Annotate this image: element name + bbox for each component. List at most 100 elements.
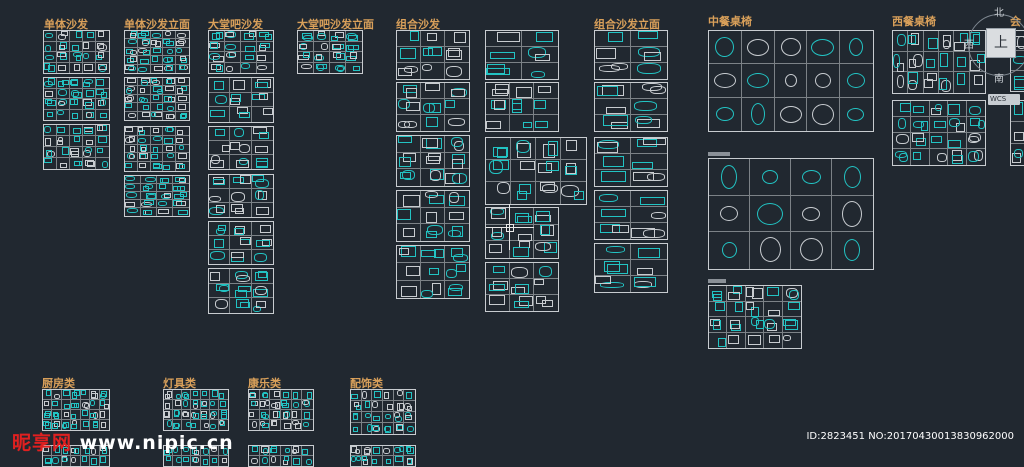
cad-block-cell[interactable] bbox=[71, 400, 81, 410]
cad-block-cell[interactable] bbox=[141, 208, 157, 216]
cad-block-cell[interactable] bbox=[209, 298, 231, 313]
cad-block-cell[interactable] bbox=[182, 410, 192, 420]
cad-block-cell[interactable] bbox=[83, 125, 96, 136]
cad-block-cell[interactable] bbox=[252, 155, 273, 169]
cad-block-cell[interactable] bbox=[241, 41, 257, 52]
cad-block-cell[interactable] bbox=[372, 423, 383, 434]
cad-block-cell[interactable] bbox=[709, 31, 742, 65]
cad-block-cell[interactable] bbox=[421, 152, 445, 170]
single-sofa-table-2[interactable] bbox=[43, 77, 110, 121]
cad-block-cell[interactable] bbox=[252, 298, 273, 313]
cad-block-cell[interactable] bbox=[1011, 122, 1024, 144]
cad-block-cell[interactable] bbox=[163, 64, 177, 73]
cad-block-cell[interactable] bbox=[361, 412, 373, 423]
cad-block-cell[interactable] bbox=[966, 133, 985, 149]
cad-block-cell[interactable] bbox=[807, 31, 841, 65]
cad-block-cell[interactable] bbox=[595, 138, 631, 154]
cad-block-cell[interactable] bbox=[164, 400, 174, 410]
cad-block-cell[interactable] bbox=[209, 203, 231, 217]
cad-block-cell[interactable] bbox=[173, 200, 189, 208]
cad-block-cell[interactable] bbox=[302, 390, 313, 400]
cad-block-cell[interactable] bbox=[259, 420, 271, 430]
single-sofa-elev-table-3[interactable] bbox=[124, 126, 190, 172]
cad-block-cell[interactable] bbox=[911, 101, 930, 117]
cad-block-cell[interactable] bbox=[445, 153, 469, 170]
cad-block-cell[interactable] bbox=[939, 51, 955, 73]
cad-block-cell[interactable] bbox=[191, 410, 201, 420]
cad-block-cell[interactable] bbox=[259, 446, 271, 456]
cad-block-cell[interactable] bbox=[534, 295, 558, 311]
cad-block-cell[interactable] bbox=[534, 115, 558, 131]
cad-block-cell[interactable] bbox=[209, 269, 231, 284]
cad-block-cell[interactable] bbox=[397, 115, 421, 131]
cad-block-cell[interactable] bbox=[893, 133, 912, 149]
cad-block-cell[interactable] bbox=[270, 410, 281, 420]
cad-block-cell[interactable] bbox=[939, 31, 955, 52]
cad-block-cell[interactable] bbox=[230, 92, 252, 108]
cad-block-cell[interactable] bbox=[125, 176, 141, 184]
cad-block-cell[interactable] bbox=[83, 41, 96, 52]
cad-block-cell[interactable] bbox=[330, 62, 346, 73]
cad-block-cell[interactable] bbox=[510, 83, 534, 99]
cad-block-cell[interactable] bbox=[70, 136, 83, 147]
wcs-menu-button[interactable]: WCS bbox=[988, 94, 1020, 105]
cad-block-cell[interactable] bbox=[249, 420, 260, 430]
cad-block-cell[interactable] bbox=[486, 63, 522, 79]
cad-block-cell[interactable] bbox=[209, 410, 219, 420]
cad-block-cell[interactable] bbox=[397, 263, 421, 281]
cad-block-cell[interactable] bbox=[709, 332, 728, 348]
cad-block-cell[interactable] bbox=[163, 144, 177, 154]
cad-block-cell[interactable] bbox=[351, 412, 362, 423]
cad-block-cell[interactable] bbox=[125, 56, 138, 65]
cad-block-cell[interactable] bbox=[137, 64, 151, 73]
cad-block-cell[interactable] bbox=[57, 62, 70, 73]
combo-sofa-elev-table-1[interactable] bbox=[594, 30, 668, 80]
cad-block-cell[interactable] bbox=[83, 147, 96, 158]
cad-block-cell[interactable] bbox=[782, 333, 801, 349]
accessories-table-2[interactable] bbox=[350, 445, 416, 467]
cad-block-cell[interactable] bbox=[80, 390, 91, 400]
cad-block-cell[interactable] bbox=[445, 263, 469, 281]
cad-block-cell[interactable] bbox=[486, 99, 510, 115]
cad-block-cell[interactable] bbox=[71, 410, 81, 420]
cad-block-cell[interactable] bbox=[209, 62, 225, 73]
cad-block-cell[interactable] bbox=[241, 52, 257, 63]
cad-block-cell[interactable] bbox=[270, 420, 281, 430]
cad-block-cell[interactable] bbox=[595, 170, 631, 186]
cad-block-cell[interactable] bbox=[230, 175, 252, 189]
cad-block-cell[interactable] bbox=[209, 31, 225, 42]
cad-block-cell[interactable] bbox=[445, 83, 469, 99]
cad-block-cell[interactable] bbox=[44, 99, 57, 110]
cad-block-cell[interactable] bbox=[595, 47, 631, 63]
cad-block-cell[interactable] bbox=[83, 136, 96, 147]
cad-block-cell[interactable] bbox=[137, 103, 151, 112]
cad-block-cell[interactable] bbox=[346, 52, 362, 63]
cad-block-cell[interactable] bbox=[125, 64, 138, 73]
cad-block-cell[interactable] bbox=[176, 136, 189, 145]
cad-block-cell[interactable] bbox=[372, 390, 383, 401]
cad-block-cell[interactable] bbox=[966, 117, 985, 133]
cad-block-cell[interactable] bbox=[259, 400, 271, 410]
cad-block-cell[interactable] bbox=[157, 200, 173, 208]
cad-block-cell[interactable] bbox=[486, 47, 522, 63]
cad-block-cell[interactable] bbox=[163, 135, 177, 145]
cad-block-cell[interactable] bbox=[631, 191, 667, 207]
cad-block-cell[interactable] bbox=[138, 111, 151, 120]
cad-block-cell[interactable] bbox=[908, 31, 924, 52]
cad-block-cell[interactable] bbox=[727, 317, 746, 333]
cad-block-cell[interactable] bbox=[397, 224, 421, 241]
cad-block-cell[interactable] bbox=[298, 62, 314, 73]
cad-block-cell[interactable] bbox=[397, 136, 421, 153]
cad-block-cell[interactable] bbox=[163, 47, 177, 57]
cad-block-cell[interactable] bbox=[151, 162, 164, 171]
cad-block-cell[interactable] bbox=[764, 301, 783, 317]
cad-block-cell[interactable] bbox=[209, 141, 231, 155]
cad-block-cell[interactable] bbox=[351, 401, 362, 412]
cad-block-cell[interactable] bbox=[230, 283, 252, 299]
cad-block-cell[interactable] bbox=[534, 83, 558, 99]
viewcube-south-label[interactable]: 南 bbox=[994, 70, 1004, 85]
cad-block-cell[interactable] bbox=[176, 103, 189, 112]
single-sofa-table-3[interactable] bbox=[43, 124, 110, 170]
cad-block-cell[interactable] bbox=[96, 158, 109, 169]
cad-block-cell[interactable] bbox=[445, 281, 469, 298]
